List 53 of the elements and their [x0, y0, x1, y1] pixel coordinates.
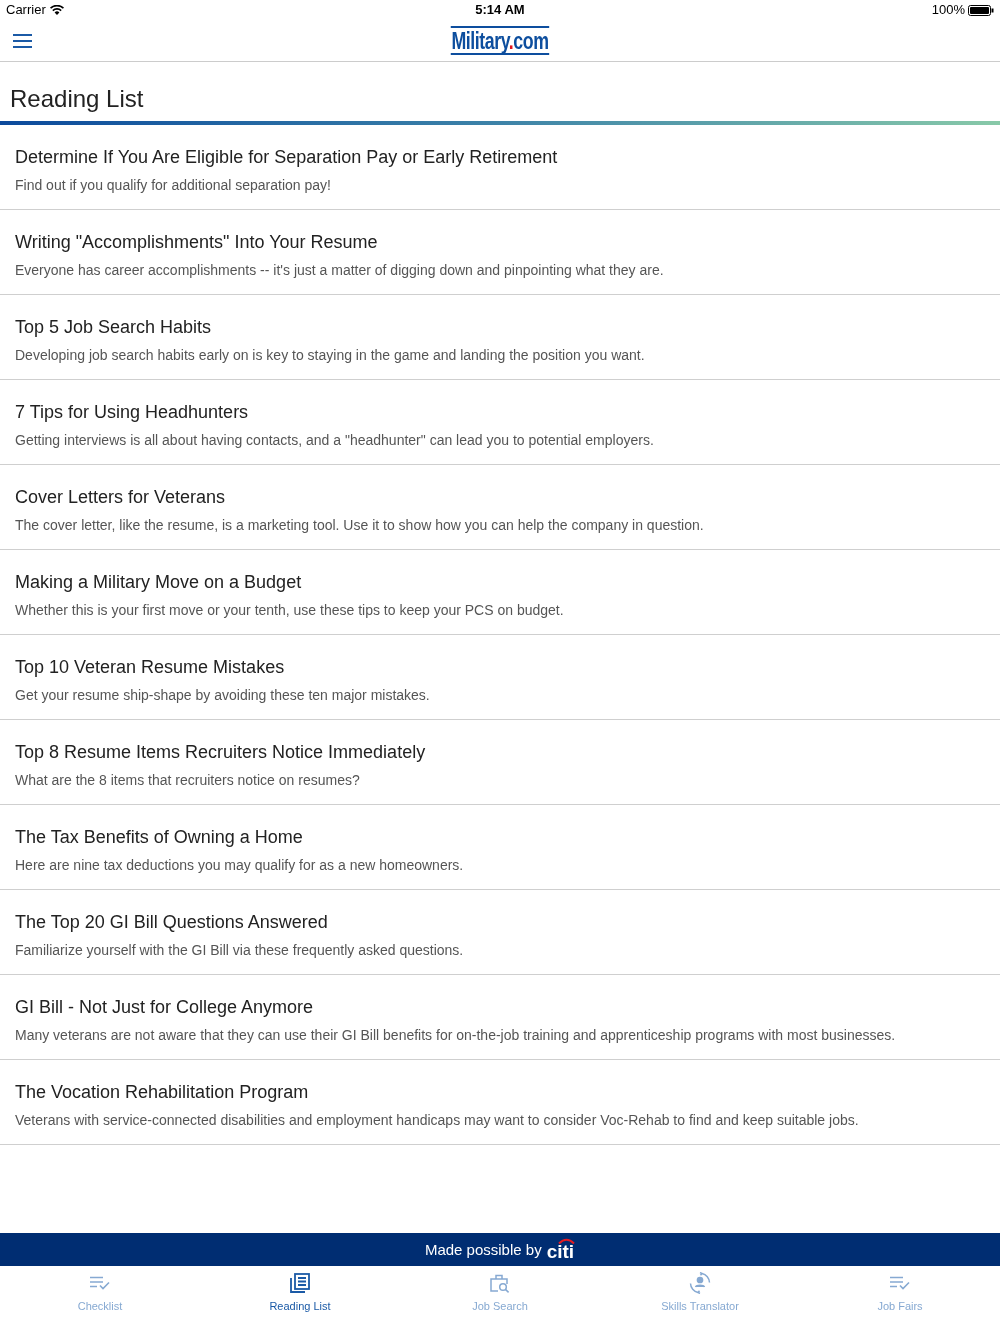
- article-summary: Familiarize yourself with the GI Bill via these frequently asked questions.: [15, 941, 465, 960]
- article-title: Cover Letters for Veterans: [15, 486, 227, 509]
- tab-button[interactable]: Reading List: [200, 1266, 400, 1334]
- article-item[interactable]: The Vocation Rehabilitation Program Veterans with service-connected disabilities and employment handicaps may want to consider Voc-Rehab to find and keep suitable jobs.: [0, 1060, 1000, 1145]
- article-summary: Getting interviews is all about having contacts, and a "headhunter" can lead you to potential employers.: [15, 431, 655, 450]
- article-title: Top 8 Resume Items Recruiters Notice Immediately: [15, 741, 427, 764]
- sponsor-logo: citi: [546, 1237, 576, 1262]
- menu-icon: [13, 33, 32, 48]
- article-item[interactable]: Determine If You Are Eligible for Separation Pay or Early Retirement Find out if you qualify for additional separation pay!: [0, 125, 1000, 210]
- article-item[interactable]: GI Bill - Not Just for College Anymore Many veterans are not aware that they can use their GI Bill benefits for on-the-job training and apprenticeship programs with most businesses.: [0, 975, 1000, 1060]
- carrier-label: Carrier: [6, 1, 46, 20]
- article-summary: Everyone has career accomplishments -- it's just a matter of digging down and pinpointing what they are.: [15, 261, 665, 280]
- newspaper-icon: [290, 1273, 310, 1293]
- site-logo[interactable]: Military.com: [450, 26, 550, 55]
- article-item[interactable]: Top 8 Resume Items Recruiters Notice Immediately What are the 8 items that recruiters notice on resumes?: [0, 720, 1000, 805]
- article-summary: Whether this is your first move or your tenth, use these tips to keep your PCS on budget.: [15, 601, 565, 620]
- article-title: The Top 20 GI Bill Questions Answered: [15, 911, 329, 934]
- article-item[interactable]: Making a Military Move on a Budget Whether this is your first move or your tenth, use these tips to keep your PCS on budget.: [0, 550, 1000, 635]
- article-title: Writing "Accomplishments" Into Your Resume: [15, 231, 379, 254]
- article-summary: The cover letter, like the resume, is a marketing tool. Use it to show how you can help the company in question.: [15, 516, 705, 535]
- arc-icon: [558, 1238, 576, 1244]
- article-summary: Get your resume ship-shape by avoiding these ten major mistakes.: [15, 686, 431, 705]
- article-summary: Here are nine tax deductions you may qualify for as a new homeowners.: [15, 856, 465, 875]
- battery-label: 100%: [931, 1, 965, 20]
- article-item[interactable]: 7 Tips for Using Headhunters Getting interviews is all about having contacts, and a "headhunter" can lead you to potential employers.: [0, 380, 1000, 465]
- briefcase-search-icon: [490, 1273, 510, 1293]
- article-title: GI Bill - Not Just for College Anymore: [15, 996, 315, 1019]
- article-summary: Veterans with service-connected disabilities and employment handicaps may want to consider Voc-Rehab to find and keep suitable jobs.: [15, 1111, 860, 1130]
- time-label: 5:14 AM: [475, 1, 525, 20]
- article-summary: Many veterans are not aware that they can use their GI Bill benefits for on-the-job training and apprenticeship programs with most businesses.: [15, 1026, 897, 1045]
- article-summary: Developing job search habits early on is key to staying in the game and landing the position you want.: [15, 346, 646, 365]
- article-title: Determine If You Are Eligible for Separation Pay or Early Retirement: [15, 146, 559, 169]
- checklist-icon: [90, 1276, 110, 1290]
- article-item[interactable]: Writing "Accomplishments" Into Your Resume Everyone has career accomplishments -- it's just a matter of digging down and pinpointing what they are.: [0, 210, 1000, 295]
- wifi-icon: [49, 5, 64, 15]
- article-summary: Find out if you qualify for additional separation pay!: [15, 176, 332, 195]
- checklist-icon: [890, 1276, 910, 1290]
- article-summary: What are the 8 items that recruiters notice on resumes?: [15, 771, 361, 790]
- article-item[interactable]: The Tax Benefits of Owning a Home Here are nine tax deductions you may qualify for as a new homeowners.: [0, 805, 1000, 890]
- article-item[interactable]: Cover Letters for Veterans The cover letter, like the resume, is a marketing tool. Use it to show how you can help the company in question.: [0, 465, 1000, 550]
- article-title: The Vocation Rehabilitation Program: [15, 1081, 310, 1104]
- person-cycle-icon: [689, 1272, 711, 1294]
- article-title: Top 5 Job Search Habits: [15, 316, 213, 339]
- battery-icon: [968, 4, 994, 16]
- article-title: Top 10 Veteran Resume Mistakes: [15, 656, 286, 679]
- sponsor-text: Made possible by: [424, 1240, 542, 1261]
- page-title: Reading List: [10, 84, 144, 114]
- article-title: 7 Tips for Using Headhunters: [15, 401, 250, 424]
- article-item[interactable]: The Top 20 GI Bill Questions Answered Familiarize yourself with the GI Bill via these frequently asked questions.: [0, 890, 1000, 975]
- article-item[interactable]: Top 10 Veteran Resume Mistakes Get your resume ship-shape by avoiding these ten major mistakes.: [0, 635, 1000, 720]
- article-title: The Tax Benefits of Owning a Home: [15, 826, 304, 849]
- article-title: Making a Military Move on a Budget: [15, 571, 303, 594]
- article-item[interactable]: Top 5 Job Search Habits Developing job search habits early on is key to staying in the game and landing the position you want.: [0, 295, 1000, 380]
